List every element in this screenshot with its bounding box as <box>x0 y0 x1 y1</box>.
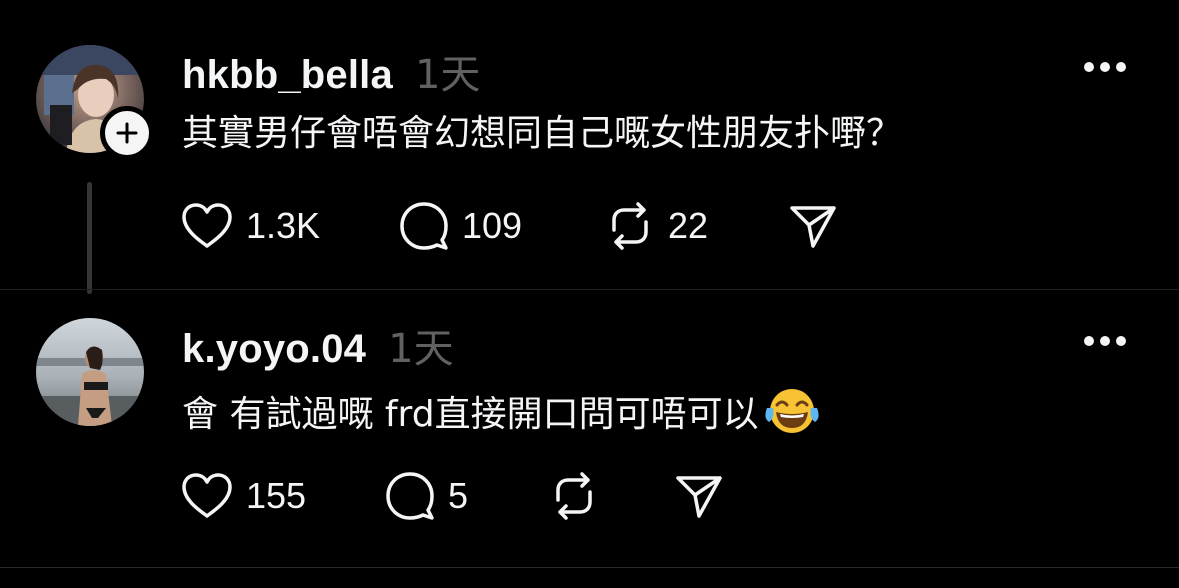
more-options-button[interactable] <box>1083 334 1127 346</box>
thread-post: k.yoyo.04 1天 會 有試過嘅 frd直接開口問可唔可以 155 5 <box>0 290 1179 588</box>
reply-count: 109 <box>462 205 523 246</box>
comment-bubble-icon <box>400 202 448 250</box>
like-button[interactable]: 155 <box>180 470 306 522</box>
repost-button[interactable]: 22 <box>604 200 708 252</box>
face-with-tears-of-joy-icon <box>763 386 821 436</box>
follow-button[interactable] <box>100 106 154 160</box>
comment-bubble-icon <box>386 472 434 520</box>
post-header: hkbb_bella 1天 <box>182 42 480 100</box>
share-button[interactable] <box>674 470 724 522</box>
post-text: 會 有試過嘅 frd直接開口問可唔可以 <box>182 394 759 435</box>
thread-connector-line <box>87 182 92 294</box>
more-options-button[interactable] <box>1083 60 1127 72</box>
avatar-image <box>36 318 144 426</box>
timestamp: 1天 <box>414 52 481 98</box>
heart-icon <box>182 473 232 518</box>
repost-icon <box>612 202 648 250</box>
send-icon <box>676 476 722 518</box>
reply-count: 5 <box>448 475 469 516</box>
like-count: 155 <box>246 475 307 516</box>
post-text: 其實男仔會唔會幻想同自己嘅女性朋友扑嘢？ <box>182 113 903 154</box>
post-text-container: 會 有試過嘅 frd直接開口問可唔可以 <box>182 386 821 437</box>
more-dots-icon <box>1084 336 1126 346</box>
send-icon <box>790 206 836 248</box>
heart-icon <box>182 203 232 248</box>
plus-icon <box>116 122 138 144</box>
username[interactable]: k.yoyo.04 <box>182 327 366 372</box>
thread-post: hkbb_bella 1天 其實男仔會唔會幻想同自己嘅女性朋友扑嘢？ 1.3K … <box>0 0 1179 294</box>
repost-icon <box>556 472 592 520</box>
timestamp: 1天 <box>388 326 454 372</box>
repost-count: 22 <box>668 205 709 246</box>
like-count: 1.3K <box>246 205 321 246</box>
avatar[interactable] <box>36 318 144 426</box>
reply-button[interactable]: 109 <box>398 200 522 252</box>
more-dots-icon <box>1084 62 1126 72</box>
username[interactable]: hkbb_bella <box>182 53 393 98</box>
post-header: k.yoyo.04 1天 <box>182 316 454 374</box>
post-divider <box>0 567 1179 568</box>
repost-button[interactable] <box>548 470 612 522</box>
reply-button[interactable]: 5 <box>384 470 468 522</box>
share-button[interactable] <box>788 200 838 252</box>
like-button[interactable]: 1.3K <box>180 200 320 252</box>
